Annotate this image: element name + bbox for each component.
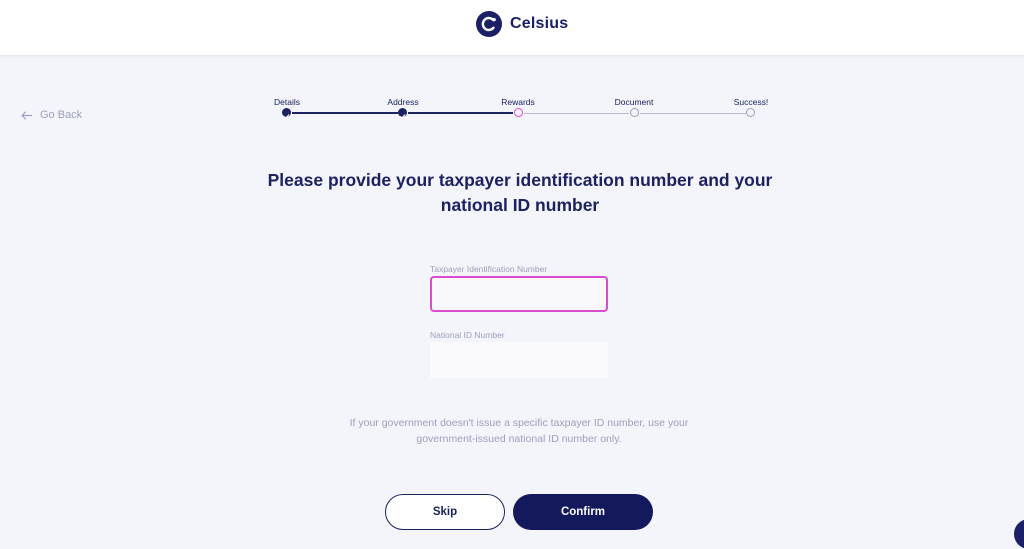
title-part-1: Please provide	[267, 170, 397, 190]
step-pending-dot	[630, 108, 639, 117]
confirm-button[interactable]: Confirm	[513, 494, 653, 530]
go-back-label: Go Back	[40, 109, 83, 121]
step-pending-dot	[746, 108, 755, 117]
brand-name: Celsius	[510, 15, 569, 32]
title-bold-1: your taxpayer identification number	[396, 170, 694, 190]
national-id-input[interactable]	[430, 342, 608, 378]
taxpayer-id-label: Taxpayer Identification Number	[430, 264, 548, 274]
step-check-icon	[282, 108, 291, 119]
arrow-left-icon	[21, 110, 32, 120]
taxpayer-id-input[interactable]	[430, 276, 608, 312]
step-connector-3	[524, 112, 629, 114]
step-current-dot	[514, 108, 523, 117]
step-label-address: Address	[387, 97, 419, 107]
celsius-logo[interactable]: Celsius	[476, 11, 568, 37]
page-title: Please provide your taxpayer identificat…	[262, 168, 778, 218]
step-label-details: Details	[274, 97, 300, 107]
step-label-success: Success!	[733, 97, 769, 107]
step-connector-1	[292, 112, 398, 114]
go-back-link[interactable]: Go Back	[21, 109, 82, 121]
helper-text: If your government doesn't issue a speci…	[349, 417, 689, 445]
skip-button[interactable]: Skip	[385, 494, 505, 530]
national-id-label: National ID Number	[430, 330, 505, 340]
step-connector-4	[640, 112, 746, 114]
step-check-icon	[398, 108, 407, 119]
step-connector-2	[408, 112, 513, 114]
step-label-document: Document	[614, 97, 654, 107]
celsius-logo-icon	[476, 11, 502, 37]
step-label-rewards: Rewards	[501, 97, 535, 107]
top-bar: Celsius	[0, 0, 1024, 55]
support-chat-button[interactable]	[1014, 519, 1024, 549]
title-part-2: and	[693, 170, 735, 190]
